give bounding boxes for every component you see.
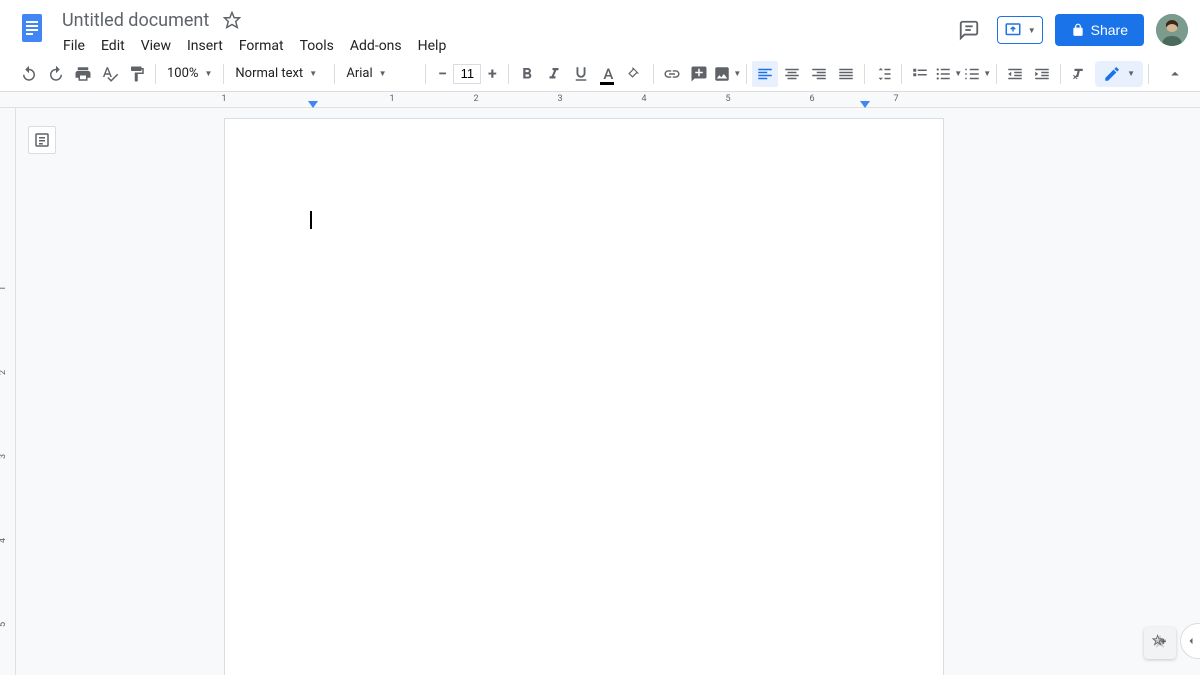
menu-insert[interactable]: Insert (180, 34, 230, 58)
align-right-button[interactable] (806, 61, 832, 87)
numbered-list-button[interactable]: ▼ (963, 61, 991, 87)
clear-formatting-button[interactable] (1066, 61, 1092, 87)
font-size-decrease[interactable]: − (431, 63, 453, 85)
indent-increase-button[interactable] (1029, 61, 1055, 87)
left-indent-marker[interactable] (308, 101, 318, 108)
paragraph-style-select[interactable]: Normal text▼ (229, 61, 329, 87)
docs-logo[interactable] (12, 8, 52, 48)
spellcheck-button[interactable] (97, 61, 123, 87)
menu-tools[interactable]: Tools (293, 34, 341, 58)
chevron-down-icon: ▼ (983, 69, 991, 78)
share-label: Share (1091, 22, 1128, 38)
bulleted-list-button[interactable]: ▼ (934, 61, 962, 87)
chevron-down-icon: ▼ (954, 69, 962, 78)
lock-icon (1071, 23, 1085, 37)
highlight-button[interactable] (622, 61, 648, 87)
workspace: 1 2 3 4 5 (0, 108, 1200, 675)
chevron-down-icon: ▼ (1127, 69, 1135, 78)
chevron-down-icon: ▼ (379, 69, 387, 78)
font-size-input[interactable] (453, 64, 481, 84)
redo-button[interactable] (43, 61, 69, 87)
chevron-down-icon: ▼ (733, 69, 741, 78)
page[interactable] (224, 118, 944, 675)
insert-link-button[interactable] (659, 61, 685, 87)
header: Untitled document File Edit View Insert … (0, 0, 1200, 56)
explore-button[interactable] (1144, 627, 1176, 659)
bold-button[interactable] (514, 61, 540, 87)
share-button[interactable]: Share (1055, 14, 1144, 46)
menu-format[interactable]: Format (232, 34, 291, 58)
chevron-down-icon: ▼ (204, 69, 212, 78)
document-title[interactable]: Untitled document (56, 8, 215, 33)
menu-addons[interactable]: Add-ons (343, 34, 409, 58)
menu-help[interactable]: Help (411, 34, 454, 58)
user-avatar[interactable] (1156, 14, 1188, 46)
align-center-button[interactable] (779, 61, 805, 87)
present-button[interactable]: ▼ (997, 16, 1043, 44)
line-spacing-button[interactable] (870, 61, 896, 87)
editing-mode-button[interactable]: ▼ (1095, 61, 1143, 87)
chevron-down-icon: ▼ (309, 69, 317, 78)
collapse-toolbar-button[interactable] (1166, 65, 1184, 83)
align-left-button[interactable] (752, 61, 778, 87)
checklist-button[interactable] (907, 61, 933, 87)
document-canvas[interactable] (16, 108, 1200, 675)
vertical-ruler[interactable]: 1 2 3 4 5 (0, 108, 16, 675)
print-button[interactable] (70, 61, 96, 87)
font-size-increase[interactable]: + (481, 63, 503, 85)
menu-edit[interactable]: Edit (94, 34, 132, 58)
font-size-control: − + (431, 63, 503, 85)
zoom-select[interactable]: 100%▼ (161, 61, 218, 87)
star-icon[interactable] (223, 11, 241, 29)
font-select[interactable]: Arial▼ (340, 61, 420, 87)
italic-button[interactable] (541, 61, 567, 87)
indent-decrease-button[interactable] (1002, 61, 1028, 87)
horizontal-ruler[interactable]: 1 1 2 3 4 5 6 7 (0, 92, 1200, 108)
menu-bar: File Edit View Insert Format Tools Add-o… (56, 34, 953, 58)
title-area: Untitled document File Edit View Insert … (56, 8, 953, 58)
comments-icon[interactable] (953, 14, 985, 46)
pencil-icon (1103, 65, 1121, 83)
chevron-down-icon: ▼ (1028, 26, 1036, 35)
undo-button[interactable] (16, 61, 42, 87)
text-color-button[interactable]: A (595, 61, 621, 87)
insert-image-button[interactable]: ▼ (713, 61, 741, 87)
menu-file[interactable]: File (56, 34, 92, 58)
toolbar: 100%▼ Normal text▼ Arial▼ − + A ▼ ▼ ▼ ▼ (0, 56, 1200, 92)
right-indent-marker[interactable] (860, 101, 870, 108)
paint-format-button[interactable] (124, 61, 150, 87)
underline-button[interactable] (568, 61, 594, 87)
add-comment-button[interactable] (686, 61, 712, 87)
menu-view[interactable]: View (134, 34, 178, 58)
align-justify-button[interactable] (833, 61, 859, 87)
text-cursor (310, 211, 312, 229)
header-right: ▼ Share (953, 14, 1188, 46)
